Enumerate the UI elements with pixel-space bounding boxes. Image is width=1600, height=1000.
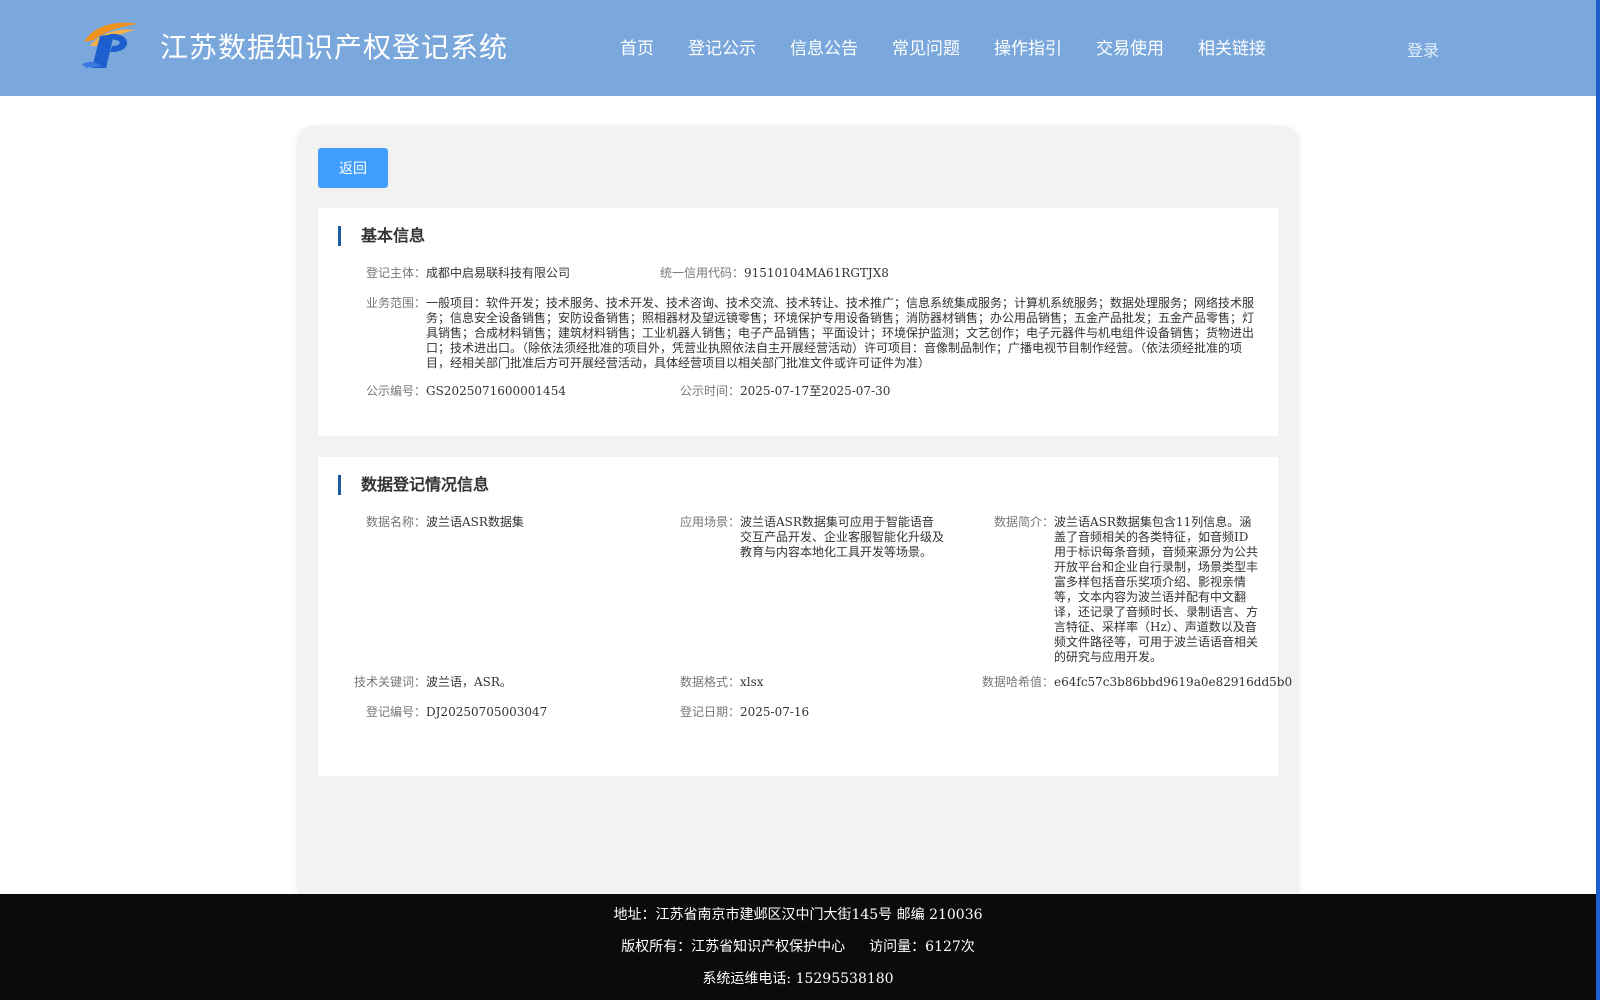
field-value: 波兰语ASR数据集: [426, 515, 524, 529]
field-data-intro: 数据简介： 波兰语ASR数据集包含11列信息。涵盖了音频相关的各类特征，如音频I…: [994, 515, 1259, 665]
field-value: e64fc57c3b86bbd9619a0e82916dd5b0: [1054, 675, 1293, 689]
field-business-scope: 业务范围： 一般项目：软件开发；技术服务、技术开发、技术咨询、技术交流、技术转让…: [366, 296, 1258, 371]
site-footer: 地址：江苏省南京市建邺区汉中门大街145号 邮编 210036 版权所有：江苏省…: [0, 894, 1596, 1000]
field-value: 波兰语ASR数据集可应用于智能语音交互产品开发、企业客服智能化升级及教育与内容本…: [740, 515, 945, 559]
basic-info-title: 基本信息: [338, 226, 425, 246]
field-data-format: 数据格式： xlsx: [680, 675, 764, 690]
field-value: 一般项目：软件开发；技术服务、技术开发、技术咨询、技术交流、技术转让、技术推广；…: [426, 296, 1255, 370]
field-value: xlsx: [740, 675, 764, 689]
footer-copyright: 版权所有：江苏省知识产权保护中心: [621, 939, 846, 955]
field-subject: 登记主体： 成都中启易联科技有限公司: [366, 266, 571, 281]
field-label: 数据简介：: [993, 515, 1054, 529]
field-registration-date: 登记日期： 2025-07-16: [680, 705, 810, 720]
field-value: 2025-07-16: [740, 705, 810, 719]
field-value: 2025-07-17至2025-07-30: [740, 384, 891, 398]
field-label: 数据格式：: [679, 675, 740, 689]
nav-trade-use[interactable]: 交易使用: [1096, 34, 1164, 59]
back-button[interactable]: 返回: [318, 148, 388, 188]
field-label: 业务范围：: [365, 296, 426, 310]
nav-registration-notice[interactable]: 登记公示: [688, 34, 756, 59]
nav-home[interactable]: 首页: [620, 34, 654, 59]
field-value: 波兰语，ASR。: [426, 675, 512, 689]
field-data-name: 数据名称： 波兰语ASR数据集: [366, 515, 524, 530]
footer-phone: 系统运维电话: 15295538180: [702, 971, 894, 987]
field-value: 波兰语ASR数据集包含11列信息。涵盖了音频相关的各类特征，如音频ID用于标识每…: [1054, 515, 1259, 664]
footer-copyright-line: 版权所有：江苏省知识产权保护中心 访问量：6127次: [0, 936, 1596, 956]
field-label: 统一信用代码：: [659, 266, 744, 280]
field-data-hash: 数据哈希值： e64fc57c3b86bbd9619a0e82916dd5b0: [982, 675, 1293, 690]
field-label: 应用场景：: [679, 515, 740, 529]
field-label: 登记日期：: [679, 705, 740, 719]
field-notice-number: 公示编号： GS2025071600001454: [366, 384, 566, 399]
field-notice-time: 公示时间： 2025-07-17至2025-07-30: [680, 384, 891, 399]
basic-info-panel: 基本信息 登记主体： 成都中启易联科技有限公司 统一信用代码： 91510104…: [318, 208, 1278, 436]
login-link[interactable]: 登录: [1407, 37, 1439, 61]
data-registration-title: 数据登记情况信息: [338, 475, 489, 495]
footer-address: 地址：江苏省南京市建邺区汉中门大街145号 邮编 210036: [613, 907, 983, 923]
field-label: 登记主体：: [365, 266, 426, 280]
field-application-scene: 应用场景： 波兰语ASR数据集可应用于智能语音交互产品开发、企业客服智能化升级及…: [680, 515, 945, 560]
site-header: 江苏数据知识产权登记系统 首页 登记公示 信息公告 常见问题 操作指引 交易使用…: [0, 0, 1596, 96]
field-value: DJ20250705003047: [426, 705, 548, 719]
field-registration-number: 登记编号： DJ20250705003047: [366, 705, 548, 720]
field-value: GS2025071600001454: [426, 384, 566, 398]
field-label: 公示时间：: [679, 384, 740, 398]
field-value: 成都中启易联科技有限公司: [426, 266, 571, 280]
field-label: 数据哈希值：: [981, 675, 1054, 689]
nav-faq[interactable]: 常见问题: [892, 34, 960, 59]
site-logo-icon[interactable]: [80, 20, 140, 70]
field-label: 公示编号：: [365, 384, 426, 398]
field-credit-code: 统一信用代码： 91510104MA61RGTJX8: [660, 266, 889, 281]
nav-links[interactable]: 相关链接: [1198, 34, 1266, 59]
nav-announcements[interactable]: 信息公告: [790, 34, 858, 59]
detail-card: 返回 基本信息 登记主体： 成都中启易联科技有限公司 统一信用代码： 91510…: [297, 126, 1299, 906]
data-registration-panel: 数据登记情况信息 数据名称： 波兰语ASR数据集 应用场景： 波兰语ASR数据集…: [318, 457, 1292, 776]
field-label: 数据名称：: [365, 515, 426, 529]
main-nav: 首页 登记公示 信息公告 常见问题 操作指引 交易使用 相关链接: [620, 34, 1300, 59]
field-label: 登记编号：: [365, 705, 426, 719]
scrollbar-edge: [1596, 0, 1600, 1000]
field-keywords: 技术关键词： 波兰语，ASR。: [354, 675, 512, 690]
site-title: 江苏数据知识产权登记系统: [160, 31, 509, 64]
field-value: 91510104MA61RGTJX8: [744, 266, 889, 280]
field-label: 技术关键词：: [353, 675, 426, 689]
nav-guide[interactable]: 操作指引: [994, 34, 1062, 59]
footer-visits: 访问量：6127次: [869, 939, 975, 955]
